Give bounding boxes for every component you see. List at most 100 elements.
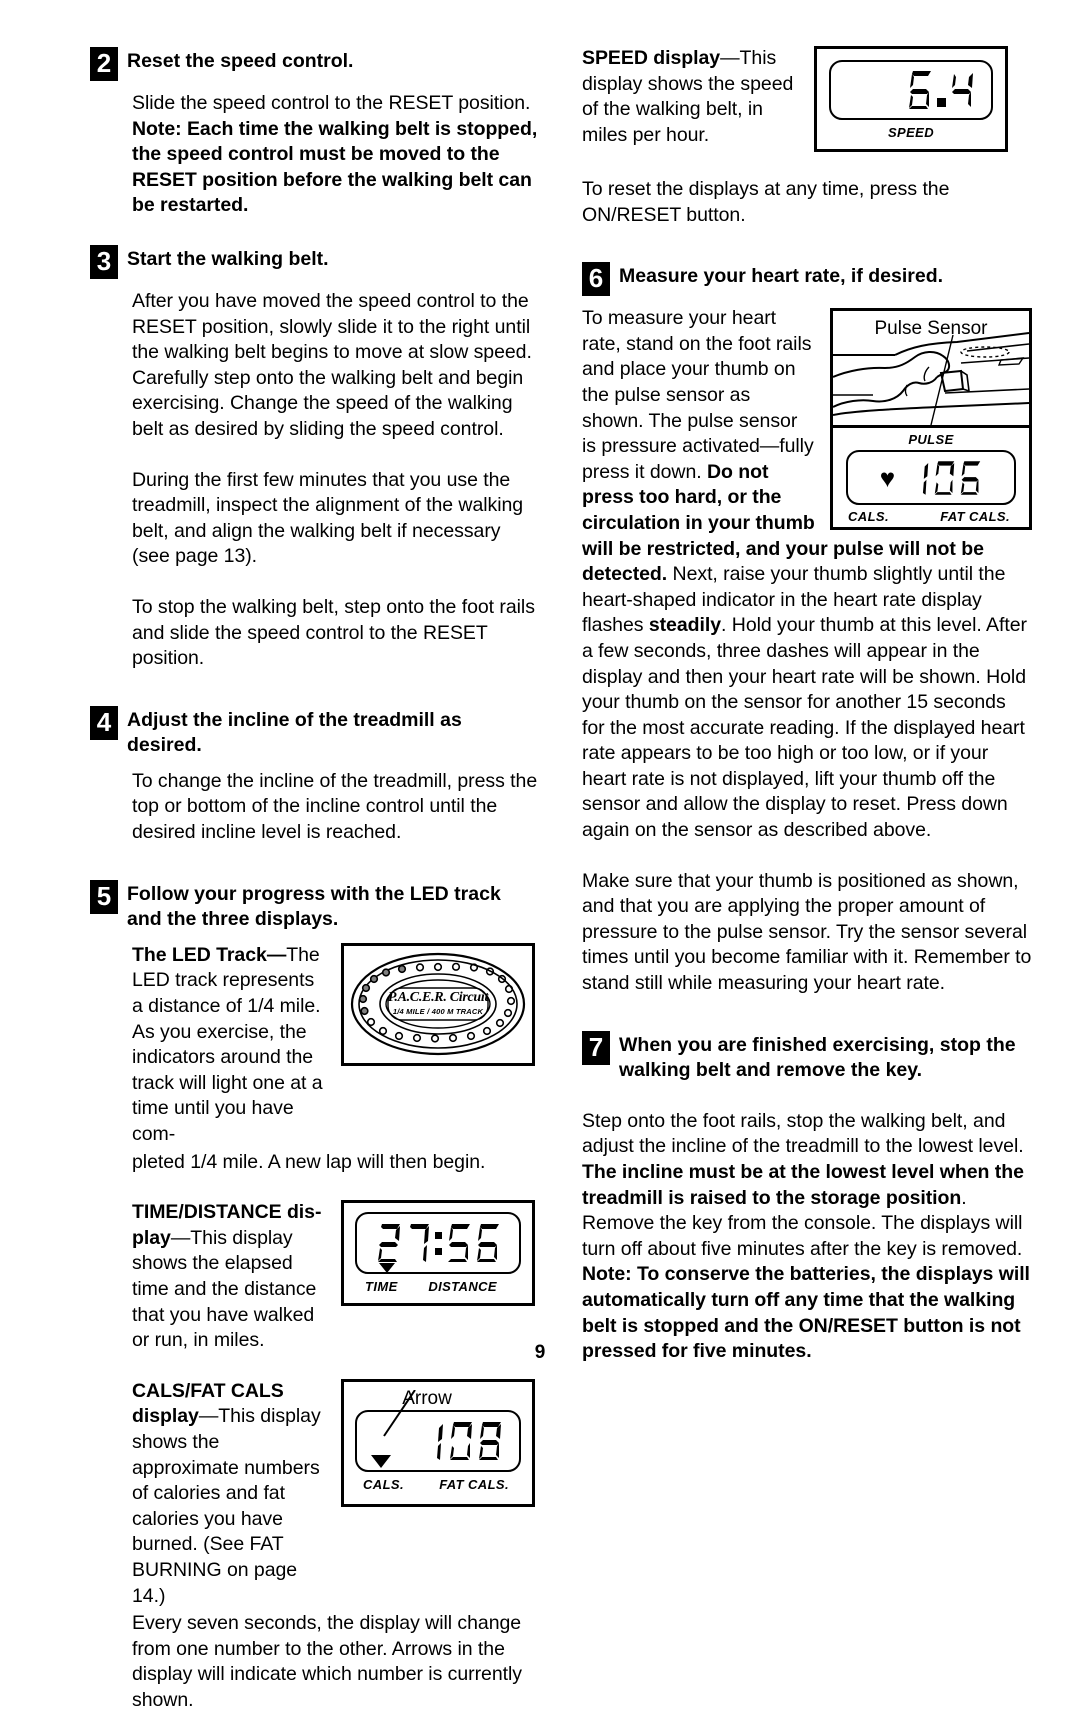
seven-seg-digit <box>952 73 973 107</box>
lcd-colon <box>434 1231 443 1255</box>
time-label: TIME <box>365 1279 398 1295</box>
step-2-text-bold: Note: Each time the walking belt is stop… <box>132 117 538 217</box>
seven-seg-digit <box>409 1224 429 1263</box>
cals-label: CALS. <box>363 1476 404 1492</box>
time-distance-heading-line2: play <box>132 1226 171 1249</box>
step-3-paragraph-1: After you have moved the speed control t… <box>132 289 532 440</box>
step-3-paragraph-2: During the first few minutes that you us… <box>132 468 524 568</box>
step-3-title: Start the walking belt. <box>127 247 329 270</box>
speed-paragraph-after: To reset the displays at any time, press… <box>582 178 950 226</box>
step-5-title: Follow your progress with the LED track … <box>127 882 501 931</box>
two-column-layout: 2 Reset the speed control. Slide the spe… <box>90 46 1032 1713</box>
time-distance-dash: — <box>170 1226 191 1249</box>
pulse-figure-wrapper: Pulse Sensor PULSE ♥ CALS. FAT CALS. <box>830 308 1032 531</box>
step-4-title: Adjust the incline of the treadmill as d… <box>127 708 462 757</box>
time-distance-lcd <box>355 1212 521 1275</box>
decimal-point <box>937 98 946 107</box>
step-4-heading: 4 Adjust the incline of the treadmill as… <box>90 705 540 759</box>
cals-paragraph-after: Every seven seconds, the display will ch… <box>132 1612 522 1711</box>
led-track-heading-paragraph: The LED Track—The LED track represents a… <box>132 943 327 1148</box>
step-2-title: Reset the speed control. <box>127 50 354 72</box>
seven-seg-digit <box>377 1224 400 1263</box>
step-2-paragraph: Slide the speed control to the RESET pos… <box>132 91 540 219</box>
pulse-lcd: ♥ <box>846 450 1016 506</box>
step-6-text-bold-2: steadily <box>648 614 722 637</box>
arrow-callout-label: Arrow <box>402 1387 452 1409</box>
speed-label: SPEED <box>887 125 935 140</box>
seven-seg-digit <box>923 462 929 495</box>
pacer-circuit-brand: P.A.C.E.R. Circuit <box>387 989 489 1005</box>
cals-text: This display shows the approximate numbe… <box>132 1405 321 1607</box>
speed-display-section: SPEED display—This display shows the spe… <box>582 46 1032 152</box>
step-3-paragraph-3: To stop the walking belt, step onto the … <box>132 595 535 670</box>
pulse-digits <box>907 459 982 497</box>
step-7-heading: 7 When you are finished exercising, stop… <box>582 1030 1032 1084</box>
step-6-heading: 6 Measure your heart rate, if desired. <box>582 261 1032 297</box>
led-track-figure: P.A.C.E.R. Circuit 1/4 MILE / 400 M TRAC… <box>341 942 535 1066</box>
cals-fat-cals-section: CALS/FAT CALS display—This display shows… <box>132 1378 540 1609</box>
speed-dash: — <box>720 47 740 69</box>
speed-lcd <box>829 60 993 120</box>
led-track-heading: The LED Track <box>132 943 267 966</box>
step-7-text-bold-1: The incline must be at the lowest level … <box>582 1161 1024 1209</box>
step-5-heading: 5 Follow your progress with the LED trac… <box>90 879 540 933</box>
pulse-sensor-figure: Pulse Sensor <box>830 308 1032 429</box>
seven-seg-digit <box>960 460 981 495</box>
time-distance-heading-line1: TIME/DISTANCE dis- <box>132 1201 322 1224</box>
cals-indicator-arrow <box>371 1454 391 1468</box>
step-6-paragraph-after: Make sure that your thumb is positioned … <box>582 869 1032 995</box>
cals-heading-line1: CALS/FAT CALS <box>132 1379 284 1402</box>
cals-digits <box>419 1420 503 1462</box>
right-column: SPEED display—This display shows the spe… <box>582 46 1032 1365</box>
pulse-sensor-callout: Pulse Sensor <box>874 318 988 340</box>
time-indicator-arrow <box>379 1263 395 1274</box>
step-number-badge: 5 <box>90 879 118 914</box>
step-6-text-plain-1: To measure your heart rate, stand on the… <box>582 307 814 483</box>
time-distance-figure: TIME DISTANCE <box>341 1200 535 1307</box>
pulse-display-figure: PULSE ♥ CALS. FAT CALS. <box>830 428 1032 531</box>
step-2-heading: 2 Reset the speed control. <box>90 46 540 81</box>
manual-page: 2 Reset the speed control. Slide the spe… <box>0 0 1080 1711</box>
step-number-badge: 6 <box>582 262 610 297</box>
led-track-dash: — <box>266 943 287 966</box>
step-7-paragraph: Step onto the foot rails, stop the walki… <box>582 1109 1032 1365</box>
left-column: 2 Reset the speed control. Slide the spe… <box>90 46 540 1713</box>
time-distance-section: TIME/DISTANCE dis- play—This display sho… <box>132 1200 540 1354</box>
cals-lcd <box>355 1389 521 1472</box>
fat-cals-label: FAT CALS. <box>439 1476 509 1492</box>
seven-seg-digit <box>909 71 931 109</box>
step-number-badge: 2 <box>90 47 118 81</box>
heart-icon: ♥ <box>879 462 896 493</box>
step-4-paragraph-1: To change the incline of the treadmill, … <box>132 769 538 844</box>
speed-display-figure: SPEED <box>814 46 1008 152</box>
pulse-label: PULSE <box>908 432 954 448</box>
led-track-text: The LED track represents a distance of 1… <box>132 943 323 1145</box>
seven-seg-digit <box>447 1224 470 1263</box>
time-distance-digits <box>376 1222 501 1264</box>
seven-seg-digit <box>934 460 955 495</box>
led-track-section: The LED Track—The LED track represents a… <box>132 942 540 1148</box>
step-number-badge: 4 <box>90 705 118 740</box>
arrow-leader-line <box>383 1389 416 1437</box>
cals-fat-cals-figure: Arrow CALS. FAT CALS. <box>341 1378 535 1507</box>
step-number-badge: 3 <box>90 244 118 279</box>
speed-heading: SPEED display <box>582 47 721 69</box>
page-number: 9 <box>534 1342 546 1363</box>
step-6-text-plain-3: . Hold your thumb at this level. After a… <box>582 614 1027 842</box>
cals-heading-paragraph: CALS/FAT CALS display—This display shows… <box>132 1379 327 1609</box>
step-number-badge: 7 <box>582 1030 610 1065</box>
pacer-circuit-subtitle: 1/4 MILE / 400 M TRACK <box>392 1006 484 1016</box>
step-6-title: Measure your heart rate, if desired. <box>619 265 944 288</box>
cals-dash: — <box>198 1405 219 1428</box>
seven-seg-digit <box>450 1421 472 1460</box>
step-3-heading: 3 Start the walking belt. <box>90 244 540 279</box>
pulse-cals-label: CALS. <box>848 509 889 525</box>
seven-seg-digit <box>476 1224 499 1263</box>
cals-heading-line2: display <box>132 1405 199 1428</box>
step-2-text-plain: Slide the speed control to the RESET pos… <box>132 92 531 114</box>
distance-label: DISTANCE <box>428 1279 497 1295</box>
speed-heading-paragraph: SPEED display—This display shows the spe… <box>582 46 800 148</box>
led-track-continued: pleted 1/4 mile. A new lap will then beg… <box>132 1150 486 1173</box>
seven-seg-digit <box>479 1421 501 1460</box>
step-6-body: Pulse Sensor PULSE ♥ CALS. FAT CALS. To … <box>582 306 1032 843</box>
